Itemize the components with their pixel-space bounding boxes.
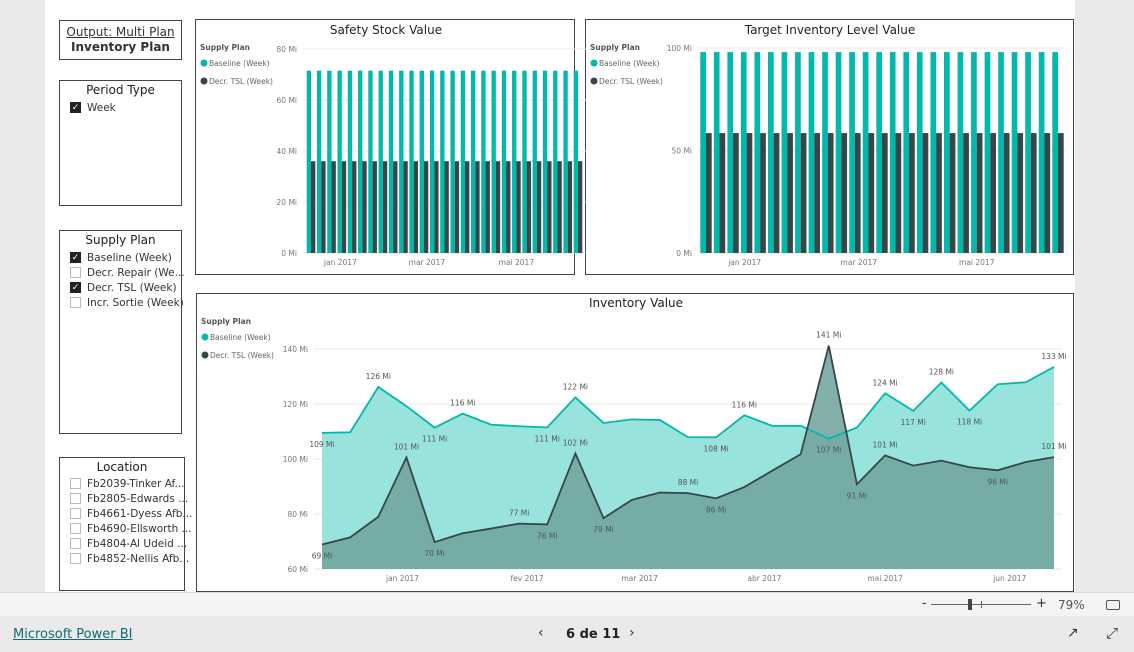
- inventory-value-chart: [196, 293, 1074, 592]
- slicer-item-label: Fb2039-Tinker Af...: [87, 477, 185, 490]
- slicer-item[interactable]: Fb4690-Ellsworth ...: [70, 521, 192, 536]
- report-subtitle: Inventory Plan: [71, 40, 170, 54]
- slicer-item-label: Fb2805-Edwards ...: [87, 492, 189, 505]
- location-slicer: Location Fb2039-Tinker Af... Fb2805-Edwar…: [59, 457, 192, 591]
- slicer-item[interactable]: Fb2039-Tinker Af...: [70, 476, 185, 491]
- checkbox[interactable]: [70, 538, 81, 549]
- page-indicator: 6 de 11: [566, 627, 621, 642]
- zoom-slider-handle[interactable]: [968, 599, 972, 610]
- checkbox[interactable]: [70, 297, 81, 308]
- slicer-item-label: Fb4852-Nellis Afb...: [87, 552, 190, 565]
- slicer-item-label: Decr. TSL (Week): [87, 281, 177, 294]
- checkbox[interactable]: [70, 267, 81, 278]
- slicer-item[interactable]: Fb4852-Nellis Afb...: [70, 551, 189, 566]
- power-bi-link[interactable]: Microsoft Power BI: [13, 627, 132, 642]
- slicer-title: Supply Plan: [85, 233, 156, 247]
- zoom-default-tick: [981, 601, 982, 608]
- slicer-item-label: Baseline (Week): [87, 251, 172, 264]
- checkbox[interactable]: ✓: [70, 282, 81, 293]
- zoom-bar: - + 79%: [0, 592, 1134, 616]
- checkbox[interactable]: [70, 493, 81, 504]
- zoom-slider[interactable]: [931, 599, 1031, 610]
- checkbox[interactable]: ✓: [70, 252, 81, 263]
- chevron-right-icon[interactable]: ›: [629, 625, 635, 641]
- checkbox[interactable]: [70, 523, 81, 534]
- slicer-item-label: Fb4690-Ellsworth ...: [87, 522, 192, 535]
- slicer-item[interactable]: Fb2805-Edwards ...: [70, 491, 188, 506]
- supply-plan-slicer: Supply Plan ✓ Baseline (Week) Decr. Repair…: [59, 230, 185, 434]
- slicer-item[interactable]: Decr. Repair (We...: [70, 265, 185, 280]
- slicer-item[interactable]: ✓ Baseline (Week): [70, 250, 181, 265]
- slicer-item[interactable]: Incr. Sortie (Week): [70, 295, 184, 310]
- report-link[interactable]: Output: Multi Plan: [60, 25, 181, 40]
- slicer-item[interactable]: Fb4661-Dyess Afb...: [70, 506, 192, 521]
- slicer-item-label: Incr. Sortie (Week): [87, 296, 184, 309]
- share-icon[interactable]: ↗: [1067, 625, 1079, 641]
- safety-stock-chart: [195, 19, 575, 275]
- slicer-item[interactable]: ✓ Week: [70, 100, 181, 115]
- target-inventory-chart: [585, 19, 1074, 275]
- report-title-card: Output: Multi Plan Inventory Plan: [59, 20, 182, 60]
- slicer-item-label: Fb4661-Dyess Afb...: [87, 507, 193, 520]
- chevron-left-icon[interactable]: ‹: [538, 625, 544, 641]
- zoom-out-button[interactable]: -: [922, 596, 927, 611]
- checkbox[interactable]: [70, 508, 81, 519]
- checkbox[interactable]: [70, 478, 81, 489]
- footer: Microsoft Power BI ‹ 6 de 11 › ↗ ⤢: [0, 616, 1134, 652]
- fullscreen-icon[interactable]: ⤢: [1106, 624, 1118, 642]
- zoom-in-button[interactable]: +: [1036, 596, 1047, 611]
- slicer-title: Location: [96, 460, 148, 474]
- slicer-item-label: Week: [87, 101, 116, 114]
- zoom-level: 79%: [1058, 598, 1085, 612]
- slicer-item[interactable]: Fb4804-Al Udeid ...: [70, 536, 188, 551]
- slicer-title: Period Type: [86, 83, 155, 97]
- checkbox[interactable]: [70, 553, 81, 564]
- fit-page-icon[interactable]: [1106, 600, 1120, 610]
- slicer-item-label: Fb4804-Al Udeid ...: [87, 537, 188, 550]
- slicer-item-label: Decr. Repair (We...: [87, 266, 185, 279]
- checkbox[interactable]: ✓: [70, 102, 81, 113]
- period-type-slicer: Period Type ✓ Week: [59, 80, 182, 206]
- slicer-item[interactable]: ✓ Decr. TSL (Week): [70, 280, 181, 295]
